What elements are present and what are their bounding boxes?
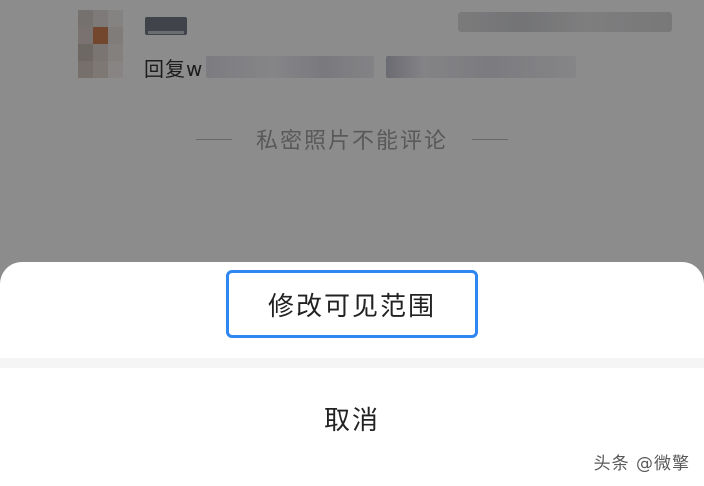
screen: 回复w 私密照片不能评论 修改可见范围 取消 头条 @微擎 xyxy=(0,0,704,486)
sheet-separator xyxy=(0,358,704,368)
edit-visibility-label: 修改可见范围 xyxy=(267,291,436,322)
cancel-label: 取消 xyxy=(323,405,380,436)
watermark: 头条 @微擎 xyxy=(593,454,690,474)
edit-visibility-button[interactable]: 修改可见范围 xyxy=(0,262,704,358)
